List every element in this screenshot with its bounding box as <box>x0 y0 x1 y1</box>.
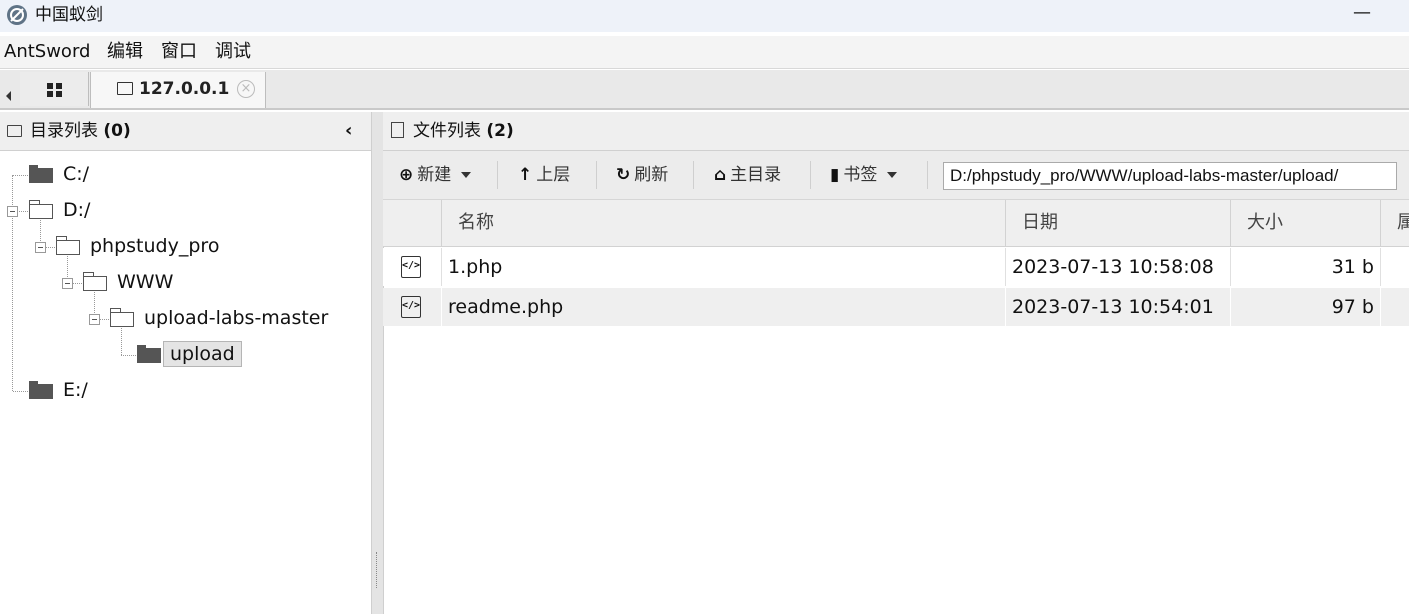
code-file-icon: </> <box>401 256 421 278</box>
collapse-phpstudy-toggle[interactable] <box>35 242 46 253</box>
tree-node-label: E:/ <box>63 379 88 401</box>
folder-open-icon <box>55 236 80 255</box>
home-button[interactable]: ⌂ 主目录 <box>714 159 781 191</box>
folder-open-icon <box>109 308 134 327</box>
tree-node-label: WWW <box>117 271 174 293</box>
menu-window[interactable]: 窗口 <box>161 36 197 68</box>
tree-node-label: D:/ <box>63 199 91 221</box>
file-title-text: 文件列表 <box>413 121 481 141</box>
tab-scroll-left-icon[interactable] <box>0 74 18 108</box>
file-panel-header: 文件列表 (2) <box>383 112 1409 151</box>
file-date: 2023-07-13 10:54:01 <box>1012 296 1214 318</box>
folder-open-icon <box>82 272 107 291</box>
tab-host[interactable]: 127.0.0.1 × <box>90 72 266 108</box>
refresh-label: 刷新 <box>634 165 669 185</box>
directory-title-text: 目录列表 <box>30 121 98 141</box>
collapse-d-toggle[interactable] <box>7 206 18 217</box>
column-header-name[interactable]: 名称 <box>441 200 1005 246</box>
bookmark-button[interactable]: ▮ 书签 <box>830 159 898 191</box>
menu-bar: AntSword 编辑 窗口 调试 <box>0 36 1409 69</box>
menu-edit[interactable]: 编辑 <box>107 36 143 68</box>
tree-node-label: C:/ <box>63 163 90 185</box>
menu-antsword[interactable]: AntSword <box>4 36 90 68</box>
new-label: 新建 <box>417 165 452 185</box>
plus-circle-icon: ⊕ <box>399 165 414 185</box>
code-file-icon: </> <box>401 296 421 318</box>
folder-icon <box>137 345 161 363</box>
tree-node-label: upload-labs-master <box>144 307 329 329</box>
file-size: 97 b <box>1331 296 1374 318</box>
folder-icon <box>29 381 53 399</box>
collapse-uploadlabs-toggle[interactable] <box>89 314 100 325</box>
folder-open-icon <box>28 200 53 219</box>
collapse-panel-icon[interactable]: ‹ <box>345 120 352 142</box>
tab-home-grid[interactable] <box>20 72 89 106</box>
file-toolbar: ⊕ 新建 ↑ 上层 ↻ 刷新 ⌂ 主目录 ▮ 书签 <box>383 151 1409 200</box>
file-date: 2023-07-13 10:58:08 <box>1012 256 1214 278</box>
collapse-www-toggle[interactable] <box>62 278 73 289</box>
directory-panel-title: 目录列表 (0) <box>30 120 131 142</box>
up-label: 上层 <box>536 165 571 185</box>
refresh-icon: ↻ <box>616 165 631 185</box>
directory-panel-header: 目录列表 (0) ‹ <box>0 112 371 151</box>
antsword-logo-icon <box>7 5 27 25</box>
window-title: 中国蚁剑 <box>35 5 103 25</box>
column-header-size[interactable]: 大小 <box>1230 200 1380 246</box>
file-row[interactable]: </> readme.php 2023-07-13 10:54:01 97 b <box>383 288 1409 326</box>
arrow-up-icon: ↑ <box>518 165 533 185</box>
close-tab-icon[interactable]: × <box>237 80 255 98</box>
menu-debug[interactable]: 调试 <box>215 36 251 68</box>
chevron-down-icon <box>461 172 472 178</box>
grid-icon <box>47 83 63 99</box>
bookmark-icon: ▮ <box>830 165 840 185</box>
file-name: 1.php <box>448 256 503 278</box>
file-row[interactable]: </> 1.php 2023-07-13 10:58:08 31 b <box>383 248 1409 286</box>
tree-node-label: phpstudy_pro <box>90 235 220 257</box>
file-icon <box>391 122 404 138</box>
file-grid-header: 名称 日期 大小 属 <box>383 200 1409 247</box>
tree-node-label-selected: upload <box>163 341 242 367</box>
new-button[interactable]: ⊕ 新建 <box>399 159 472 191</box>
refresh-button[interactable]: ↻ 刷新 <box>616 159 668 191</box>
up-level-button[interactable]: ↑ 上层 <box>518 159 570 191</box>
chevron-down-icon <box>887 172 898 178</box>
file-panel-title: 文件列表 (2) <box>413 120 514 142</box>
directory-count: (0) <box>103 121 131 141</box>
bookmark-label: 书签 <box>843 165 878 185</box>
column-header-attr[interactable]: 属 <box>1380 200 1409 246</box>
directory-tree: C:/ D:/ phpstudy_pro WWW upload-labs-mas… <box>0 151 371 614</box>
title-bar: 中国蚁剑 — <box>0 0 1409 32</box>
path-input[interactable] <box>943 162 1397 190</box>
file-size: 31 b <box>1331 256 1374 278</box>
tab-bar: 127.0.0.1 × <box>0 70 1409 110</box>
column-header-date[interactable]: 日期 <box>1005 200 1230 246</box>
file-count: (2) <box>486 121 514 141</box>
folder-icon <box>29 165 53 183</box>
folder-icon <box>117 82 133 95</box>
tab-host-label: 127.0.0.1 <box>139 79 230 99</box>
home-label: 主目录 <box>730 165 782 185</box>
minimize-button[interactable]: — <box>1350 0 1374 28</box>
home-icon: ⌂ <box>714 165 727 185</box>
file-name: readme.php <box>448 296 564 318</box>
folder-icon <box>7 125 22 137</box>
